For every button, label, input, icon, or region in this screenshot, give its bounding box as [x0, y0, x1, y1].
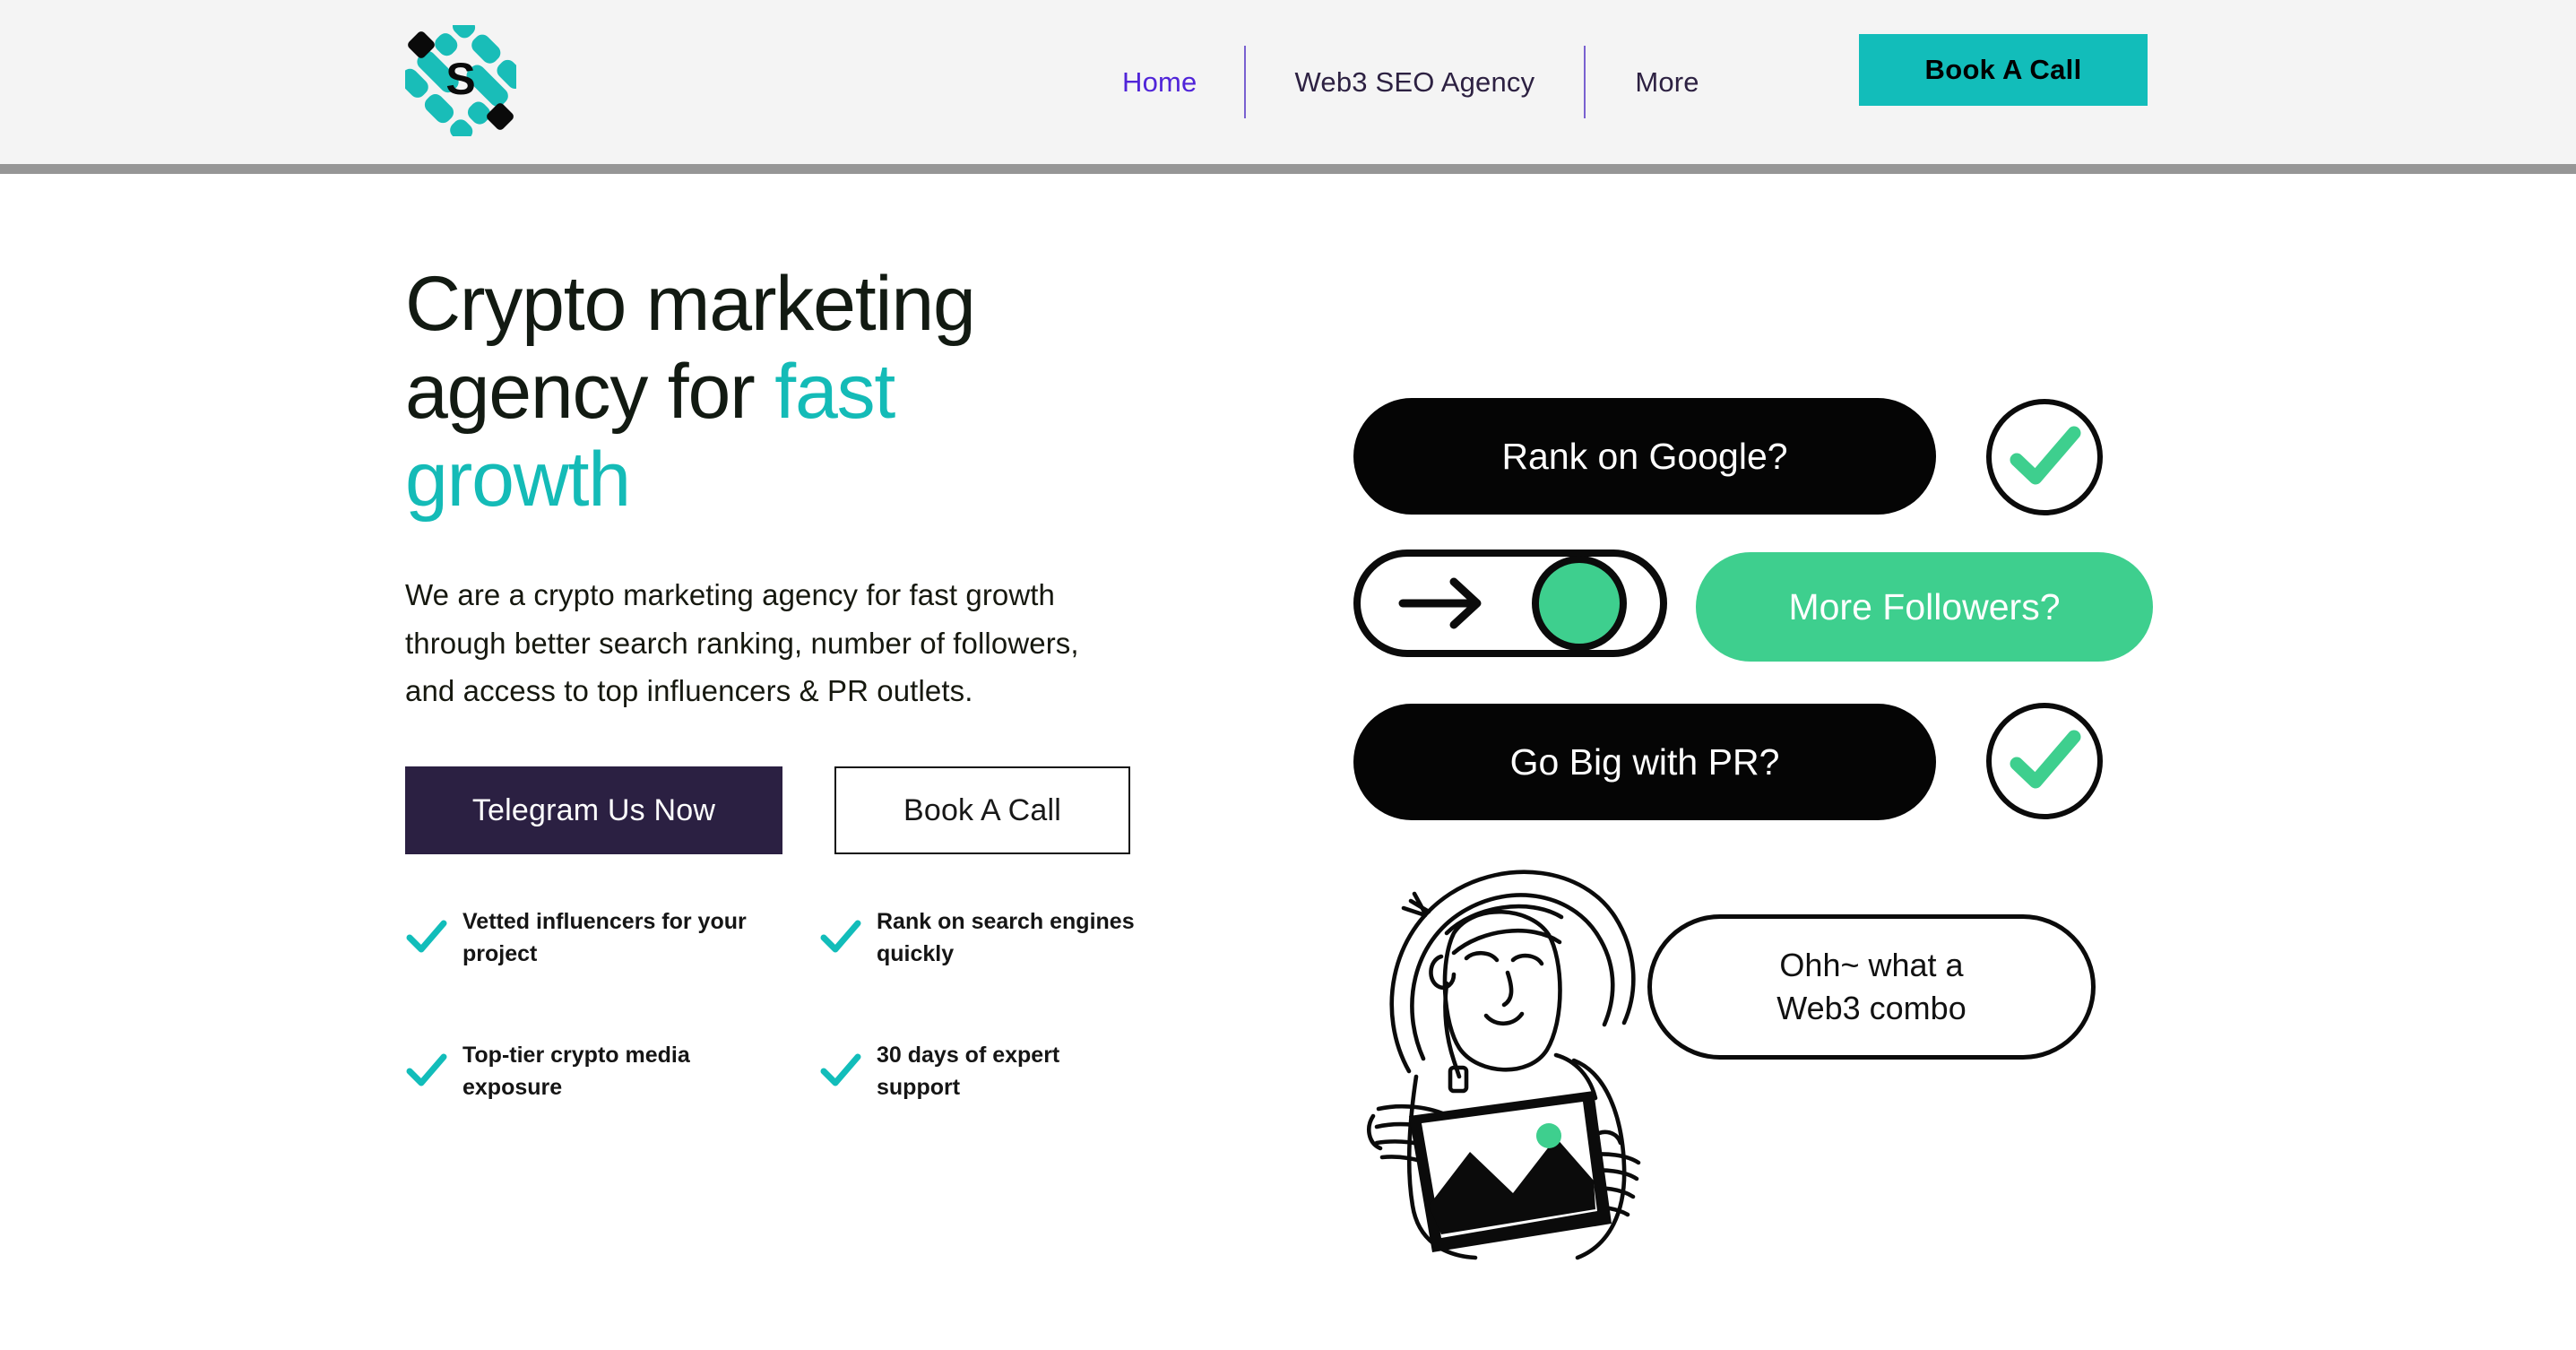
- nav-item-more[interactable]: More: [1635, 66, 1699, 99]
- pill-go-big-with-pr[interactable]: Go Big with PR?: [1353, 704, 1936, 820]
- check-icon: [819, 915, 862, 958]
- telegram-us-now-button[interactable]: Telegram Us Now: [405, 766, 782, 855]
- list-item: Rank on search engines quickly: [819, 906, 1149, 970]
- speech-bubble-line-1: Ohh~ what a: [1779, 947, 1964, 984]
- header-book-a-call-button[interactable]: Book A Call: [1859, 34, 2148, 106]
- speech-bubble-line-2: Web3 combo: [1776, 990, 1967, 1026]
- primary-nav: Home Web3 SEO Agency More: [1076, 0, 1749, 164]
- header-bottom-rule: [0, 164, 2576, 174]
- check-icon: [405, 1049, 448, 1092]
- list-item-label: Vetted influencers for your project: [462, 909, 747, 966]
- nav-divider: [1243, 46, 1246, 118]
- list-item: Vetted influencers for your project: [405, 906, 819, 970]
- page-root: S Home Web3 SEO Agency More Book A Call …: [0, 0, 2576, 1350]
- logo-s-diamond-icon[interactable]: S: [399, 15, 526, 143]
- list-item: Top-tier crypto media exposure: [405, 1040, 819, 1103]
- site-header: S Home Web3 SEO Agency More Book A Call: [0, 0, 2576, 164]
- tablet-icon: [1409, 1091, 1612, 1252]
- check-circle-icon: [1984, 701, 2105, 821]
- hero-subtitle: We are a crypto marketing agency for fas…: [405, 578, 1079, 707]
- list-item: 30 days of expert support: [819, 1040, 1149, 1103]
- page-title: Crypto marketing agency for fast growth: [405, 260, 1122, 524]
- nav-divider: [1584, 46, 1586, 118]
- toggle-switch-followers[interactable]: [1353, 550, 1667, 657]
- pill-more-followers[interactable]: More Followers?: [1696, 552, 2153, 662]
- check-icon: [819, 1049, 862, 1092]
- pill-rank-on-google[interactable]: Rank on Google?: [1353, 398, 1936, 515]
- speech-bubble-text: Ohh~ what a Web3 combo: [1776, 944, 1966, 1029]
- tablet-status-dot: [1536, 1123, 1561, 1148]
- nav-item-web3-seo-agency[interactable]: Web3 SEO Agency: [1295, 66, 1535, 99]
- check-circle-icon: [1984, 397, 2105, 517]
- hero-book-a-call-button[interactable]: Book A Call: [834, 766, 1130, 855]
- list-item-label: Rank on search engines quickly: [877, 909, 1135, 966]
- hero-text-column: Crypto marketing agency for fast growth …: [405, 260, 1149, 1103]
- toggle-knob: [1532, 556, 1627, 651]
- feature-list: Vetted influencers for your project Rank…: [405, 906, 1149, 1103]
- list-item-label: 30 days of expert support: [877, 1043, 1060, 1100]
- speech-bubble-web3-combo: Ohh~ what a Web3 combo: [1647, 914, 2096, 1060]
- list-item-label: Top-tier crypto media exposure: [462, 1043, 690, 1100]
- logo-letter: S: [445, 54, 475, 104]
- person-with-tablet-icon: [1353, 847, 1703, 1261]
- hero-illustration-column: Rank on Google? More Followers? Go Big w…: [1353, 376, 2160, 1264]
- check-icon: [405, 915, 448, 958]
- nav-item-home[interactable]: Home: [1122, 66, 1197, 99]
- hero-action-row: Telegram Us Now Book A Call: [405, 766, 1149, 855]
